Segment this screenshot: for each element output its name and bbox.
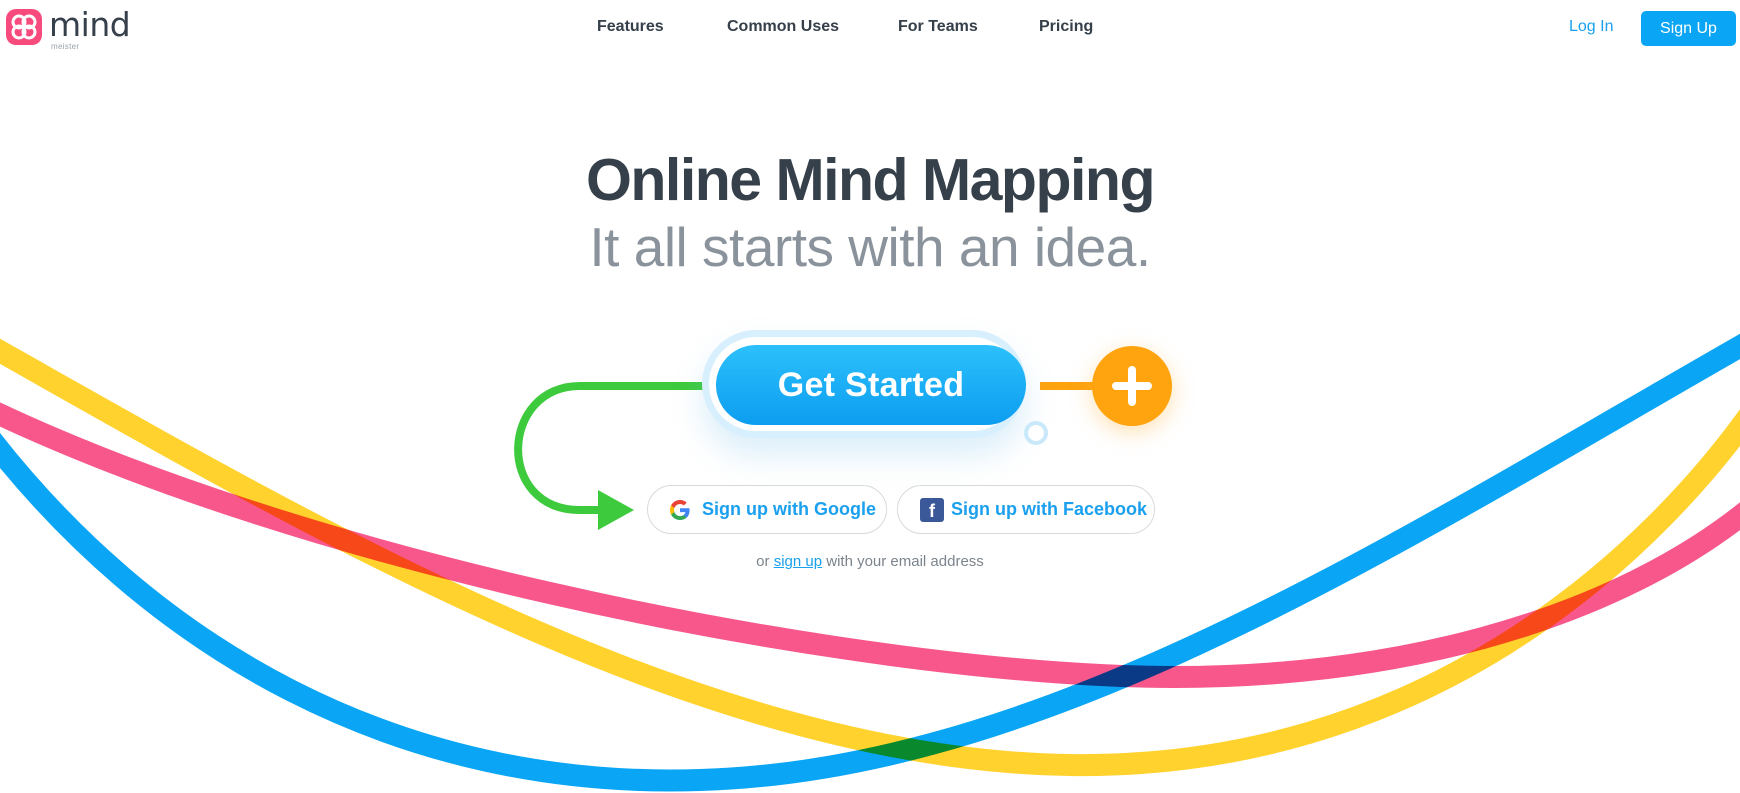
brand-logo[interactable]: mind meister: [6, 5, 131, 51]
google-signup-label: Sign up with Google: [702, 499, 876, 519]
nav-for-teams[interactable]: For Teams: [898, 18, 978, 36]
nav-common-uses[interactable]: Common Uses: [727, 18, 839, 36]
signup-button[interactable]: Sign Up: [1641, 11, 1736, 46]
facebook-signup-label: Sign up with Facebook: [951, 499, 1148, 519]
nav-features[interactable]: Features: [597, 18, 664, 36]
nav-pricing[interactable]: Pricing: [1039, 18, 1093, 36]
brand-subname: meister: [51, 42, 80, 51]
plus-icon[interactable]: [1092, 346, 1172, 426]
google-icon: [670, 500, 690, 520]
hero-title: Online Mind Mapping: [586, 147, 1155, 213]
mindmeister-logo-icon: [6, 9, 42, 45]
node-handle[interactable]: [1024, 421, 1048, 445]
email-signup-link[interactable]: sign up: [774, 553, 822, 570]
google-signup-button[interactable]: Sign up with Google: [647, 485, 887, 534]
email-signup-line: or sign up with your email address: [0, 553, 1740, 570]
site-header: mind meister Features Common Uses For Te…: [0, 0, 1740, 56]
hero-subtitle: It all starts with an idea.: [589, 216, 1151, 278]
email-signup-prefix: or: [756, 553, 770, 570]
facebook-signup-button[interactable]: f Sign up with Facebook: [897, 485, 1155, 534]
brand-name: mind: [49, 5, 131, 44]
facebook-icon: f: [920, 498, 944, 522]
get-started-button[interactable]: Get Started: [716, 345, 1026, 425]
login-link[interactable]: Log In: [1569, 18, 1613, 36]
email-signup-suffix: with your email address: [826, 553, 984, 570]
pink-curve: [0, 402, 1740, 688]
